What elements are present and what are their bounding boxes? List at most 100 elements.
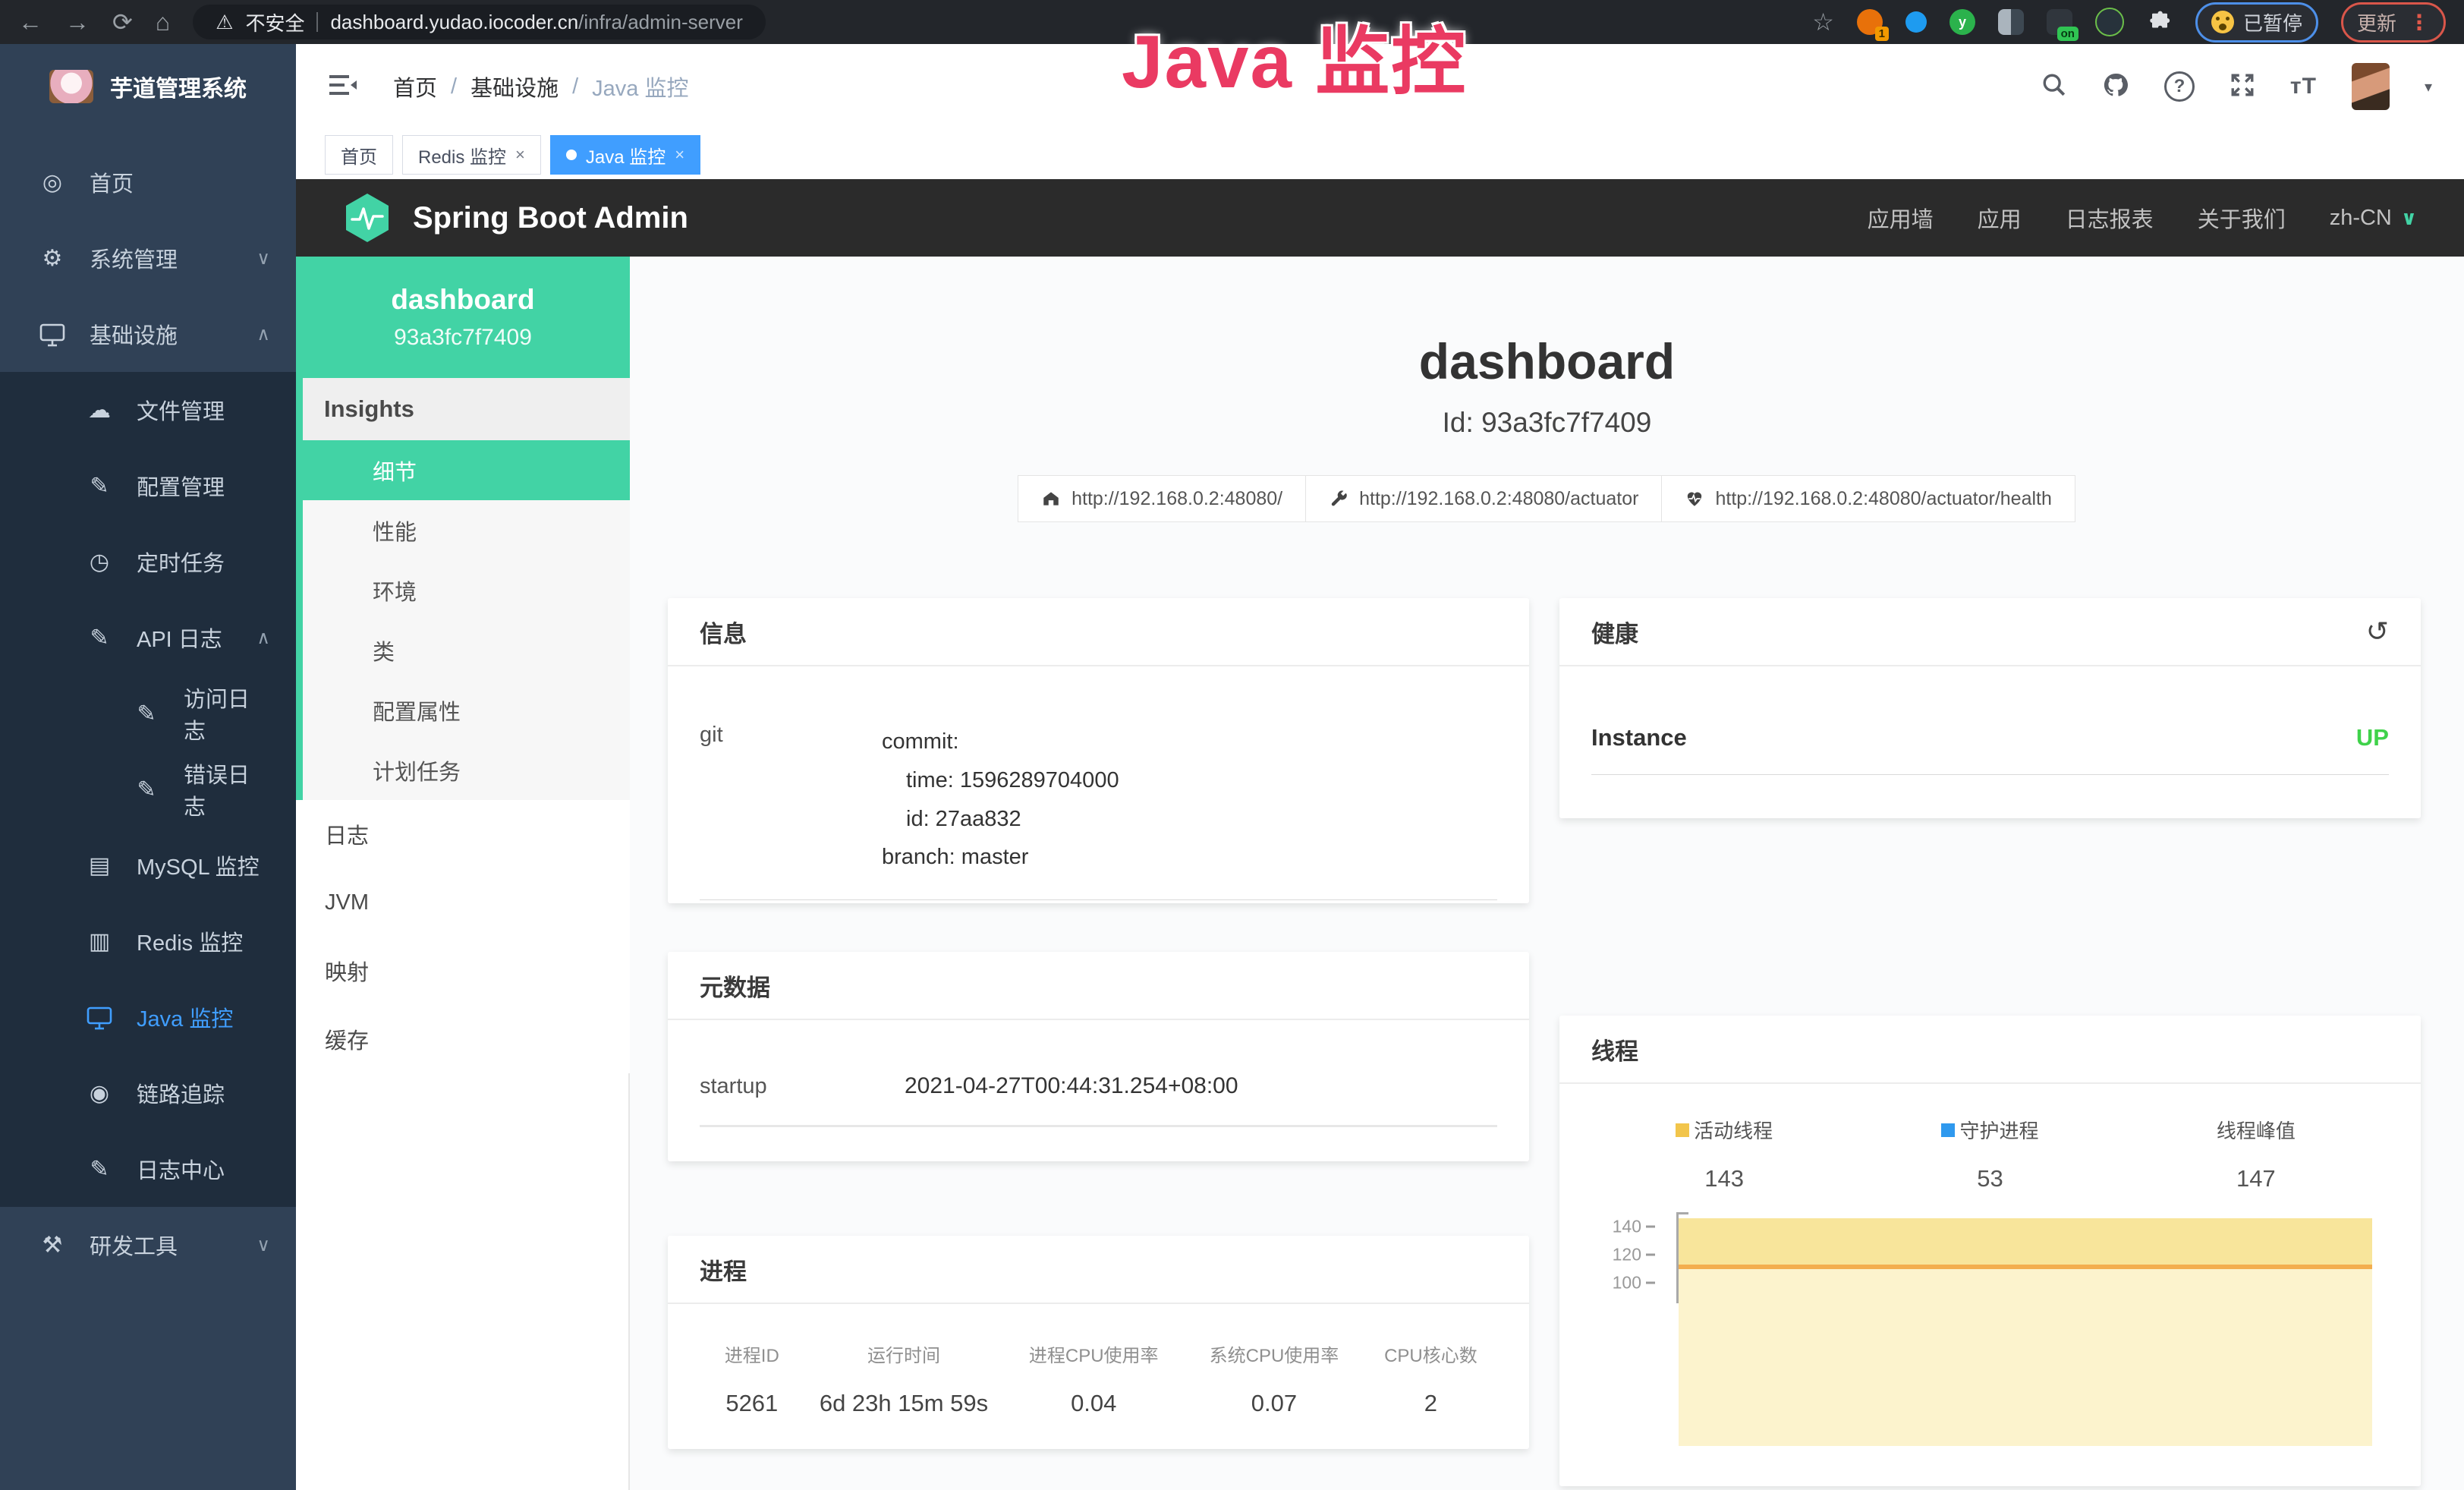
tab-java-monitor[interactable]: Java 监控 × xyxy=(550,135,700,175)
sidebar-item-system[interactable]: ⚙ 系统管理 ∨ xyxy=(0,220,296,296)
sidebar-item-dev-tools[interactable]: ⚒ 研发工具 ∨ xyxy=(0,1207,296,1283)
tag-tabs-bar: 首页 Redis 监控 × Java 监控 × xyxy=(296,129,2464,185)
breadcrumb-home[interactable]: 首页 xyxy=(393,71,437,102)
sba-item-metrics[interactable]: 性能 xyxy=(303,500,630,560)
reload-icon[interactable]: ⟳ xyxy=(112,10,133,34)
instance-health-link[interactable]: http://192.168.0.2:48080/actuator/health xyxy=(1661,475,2075,522)
link-url: http://192.168.0.2:48080/actuator xyxy=(1359,488,1638,510)
process-col-proc-cpu: 进程CPU使用率 0.04 xyxy=(1003,1340,1184,1417)
sba-item-logs[interactable]: 日志 xyxy=(296,800,630,868)
sba-item-details[interactable]: 细节 xyxy=(303,440,630,500)
update-label: 更新 xyxy=(2357,8,2396,36)
browser-menu-icon[interactable]: ⋮ xyxy=(2409,10,2430,35)
security-label[interactable]: 不安全 xyxy=(245,8,304,36)
info-card: 信息 git commit: time: 1596289704000 id: 2… xyxy=(668,598,1529,903)
sba-item-scheduled-tasks[interactable]: 计划任务 xyxy=(303,740,630,800)
sidebar-item-log-center[interactable]: ✎ 日志中心 xyxy=(0,1131,296,1207)
health-instance-row[interactable]: Instance UP xyxy=(1591,685,2389,775)
hamburger-icon[interactable] xyxy=(328,72,358,102)
update-button[interactable]: 更新 ⋮ xyxy=(2341,2,2446,43)
sidebar-item-tracing[interactable]: ◉ 链路追踪 xyxy=(0,1055,296,1131)
close-icon[interactable]: × xyxy=(675,145,684,165)
tab-home[interactable]: 首页 xyxy=(325,135,393,175)
back-icon[interactable]: ← xyxy=(18,10,42,34)
column-header: 进程ID xyxy=(700,1340,804,1367)
sba-item-classes[interactable]: 类 xyxy=(303,620,630,680)
log-icon: ✎ xyxy=(131,777,162,803)
monitor-icon xyxy=(36,321,68,347)
github-icon[interactable] xyxy=(2102,71,2129,102)
sidebar-item-label: 文件管理 xyxy=(137,394,225,426)
search-icon[interactable] xyxy=(2041,72,2067,102)
extension-icon-leaf[interactable] xyxy=(2095,8,2124,36)
sidebar-item-scheduled-jobs[interactable]: ◷ 定时任务 xyxy=(0,524,296,600)
avatar[interactable] xyxy=(2352,63,2390,110)
sidebar-item-label: API 日志 xyxy=(137,622,222,654)
extension-icon-y[interactable]: y xyxy=(1949,9,1975,35)
info-label: git xyxy=(700,723,882,877)
health-card-title: 健康 xyxy=(1591,615,1638,649)
sba-item-jvm[interactable]: JVM xyxy=(296,868,630,937)
instance-home-link[interactable]: http://192.168.0.2:48080/ xyxy=(1018,475,1306,522)
sidebar-item-config-management[interactable]: ✎ 配置管理 xyxy=(0,448,296,524)
sidebar-item-error-logs[interactable]: ✎ 错误日志 xyxy=(0,751,296,827)
chart-plot-area xyxy=(1679,1218,2372,1446)
sba-item-config-props[interactable]: 配置属性 xyxy=(303,680,630,740)
process-card-title: 进程 xyxy=(668,1236,1529,1304)
paused-badge[interactable]: 已暂停 xyxy=(2195,2,2318,43)
sidebar-item-infrastructure[interactable]: 基础设施 ∧ xyxy=(0,296,296,372)
address-bar[interactable]: ⚠ 不安全 dashboard.yudao.iocoder.cn/infra/a… xyxy=(193,5,766,39)
sba-sidebar: dashboard 93a3fc7f7409 Insights 细节 性能 环境… xyxy=(296,257,630,1490)
close-icon[interactable]: × xyxy=(515,145,525,165)
sidebar-item-label: Redis 监控 xyxy=(137,925,243,957)
history-icon[interactable]: ↺ xyxy=(2366,616,2389,647)
sidebar-item-mysql-monitor[interactable]: ▤ MySQL 监控 xyxy=(0,827,296,903)
sidebar-item-java-monitor[interactable]: Java 监控 xyxy=(0,979,296,1055)
layers-icon: ▥ xyxy=(83,928,115,955)
log-icon: ✎ xyxy=(131,701,162,727)
sba-item-caches[interactable]: 缓存 xyxy=(296,1005,630,1073)
sba-nav-wallboard[interactable]: 应用墙 xyxy=(1868,202,1934,234)
link-url: http://192.168.0.2:48080/actuator/health xyxy=(1715,488,2051,510)
sba-nav-applications[interactable]: 应用 xyxy=(1978,202,2022,234)
sba-main: dashboard Id: 93a3fc7f7409 http://192.16… xyxy=(630,257,2464,1490)
legend-yellow-icon xyxy=(1676,1123,1689,1137)
breadcrumb-infrastructure[interactable]: 基础设施 xyxy=(470,71,559,102)
home-icon[interactable]: ⌂ xyxy=(156,10,170,34)
sba-item-environment[interactable]: 环境 xyxy=(303,560,630,620)
cell-value: 0.04 xyxy=(1003,1390,1184,1417)
extension-icon-pin[interactable] xyxy=(1905,11,1927,33)
stat-live-threads: 活动线程 143 xyxy=(1591,1116,1857,1192)
git-commit-line: commit: xyxy=(882,723,1497,761)
help-icon[interactable]: ? xyxy=(2164,71,2195,102)
sba-item-mappings[interactable]: 映射 xyxy=(296,937,630,1005)
bookmark-star-icon[interactable]: ☆ xyxy=(1812,10,1834,34)
sidebar-item-access-logs[interactable]: ✎ 访问日志 xyxy=(0,676,296,751)
sidebar-item-api-logs[interactable]: ✎ API 日志 ∧ xyxy=(0,600,296,676)
instance-actuator-link[interactable]: http://192.168.0.2:48080/actuator xyxy=(1305,475,1662,522)
edit-icon: ✎ xyxy=(83,473,115,499)
extension-icon-switch[interactable]: on xyxy=(2047,9,2072,35)
forward-icon[interactable]: → xyxy=(65,10,90,34)
extension-icon-orange[interactable]: 1 xyxy=(1857,9,1883,35)
avatar-caret-icon[interactable]: ▾ xyxy=(2425,77,2432,96)
sidebar-item-label: Java 监控 xyxy=(137,1001,233,1033)
toolbox-icon: ⚒ xyxy=(36,1232,68,1258)
sidebar-item-home[interactable]: ◎ 首页 xyxy=(0,144,296,220)
font-size-icon[interactable]: тT xyxy=(2290,74,2317,99)
tab-redis-monitor[interactable]: Redis 监控 × xyxy=(402,135,541,175)
tab-label: 首页 xyxy=(341,142,377,169)
sba-brand[interactable]: Spring Boot Admin xyxy=(343,192,688,244)
fullscreen-icon[interactable] xyxy=(2230,72,2255,102)
sba-nav-about[interactable]: 关于我们 xyxy=(2198,202,2286,234)
puzzle-icon[interactable] xyxy=(2147,9,2173,35)
sba-instance-header[interactable]: dashboard 93a3fc7f7409 xyxy=(296,257,630,378)
threads-chart: 140 120 100 xyxy=(1591,1218,2389,1446)
warning-icon: ⚠ xyxy=(216,11,233,34)
sba-locale-select[interactable]: zh-CN ∨ xyxy=(2330,206,2417,231)
sidebar-item-redis-monitor[interactable]: ▥ Redis 监控 xyxy=(0,903,296,979)
display-icon xyxy=(83,1004,115,1030)
sba-nav-journal[interactable]: 日志报表 xyxy=(2066,202,2154,234)
extension-icon-grid[interactable] xyxy=(1998,9,2024,35)
sidebar-item-file-management[interactable]: ☁ 文件管理 xyxy=(0,372,296,448)
